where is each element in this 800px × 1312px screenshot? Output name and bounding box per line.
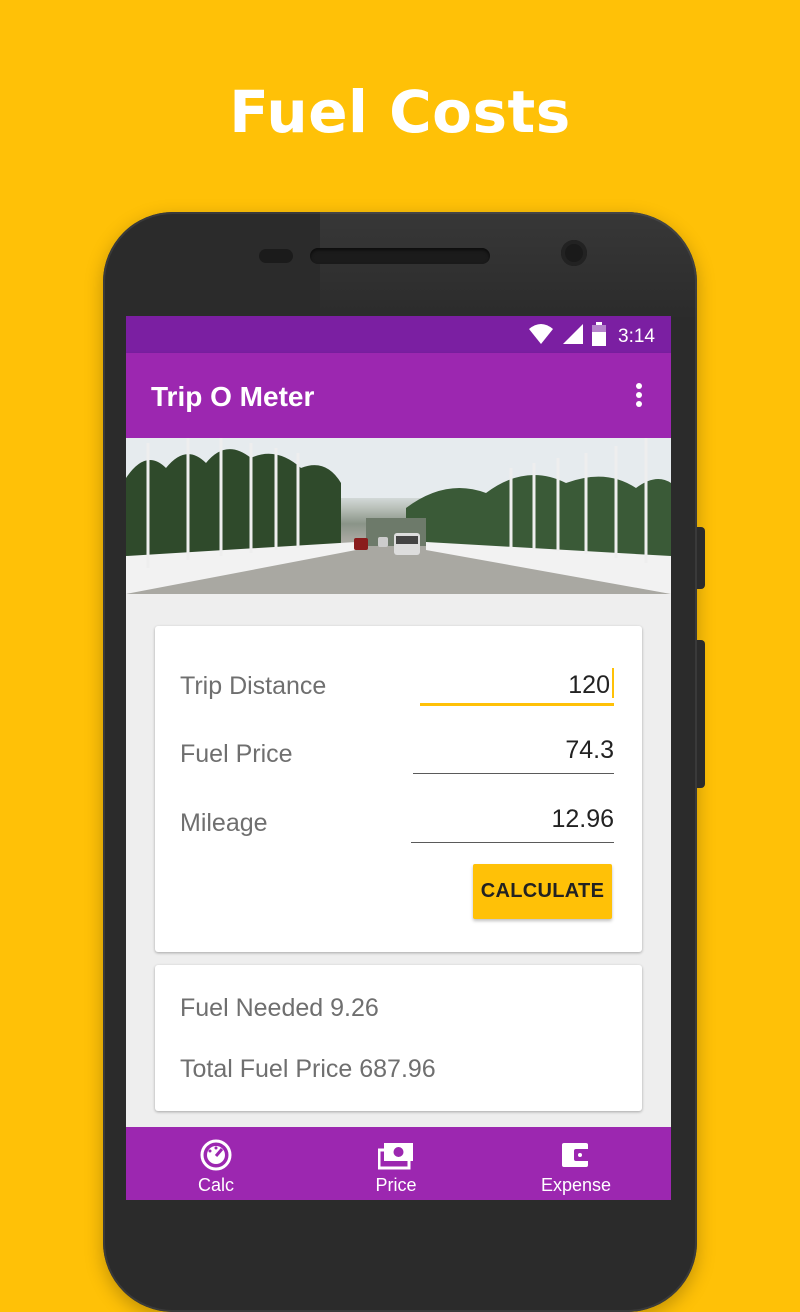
mileage-label: Mileage [180, 809, 268, 837]
wallet-icon [560, 1139, 592, 1171]
promo-headline: Fuel Costs [229, 78, 571, 146]
total-fuel-price-text: Total Fuel Price 687.96 [180, 1055, 436, 1083]
wifi-icon [528, 323, 554, 351]
power-button [697, 527, 705, 589]
trip-distance-label: Trip Distance [180, 672, 327, 700]
signal-icon [562, 323, 584, 351]
fuel-price-row: Fuel Price 74.3 [180, 728, 614, 778]
bottom-navigation: Calc Price Expense [126, 1127, 671, 1200]
app-screen: 3:14 Trip O Meter Trip Distance 120 Fuel… [126, 316, 671, 1200]
nav-item-price[interactable]: Price [306, 1127, 486, 1200]
calculate-button[interactable]: CALCULATE [473, 864, 612, 919]
result-card: Fuel Needed 9.26 Total Fuel Price 687.96 [155, 965, 642, 1111]
fuel-price-input[interactable]: 74.3 [413, 736, 614, 774]
hero-image-highway [126, 438, 671, 594]
money-icon [378, 1139, 414, 1171]
nav-label-calc: Calc [197, 1175, 234, 1195]
front-camera [561, 240, 587, 266]
status-bar: 3:14 [126, 316, 671, 353]
mileage-row: Mileage 12.96 [180, 797, 614, 847]
volume-button [697, 640, 705, 788]
nav-item-expense[interactable]: Expense [486, 1127, 666, 1200]
app-title: Trip O Meter [151, 381, 315, 412]
text-cursor [612, 668, 614, 698]
proximity-sensor [259, 249, 293, 263]
trip-form-card: Trip Distance 120 Fuel Price 74.3 Mileag… [155, 626, 642, 952]
phone-sheen [320, 212, 697, 322]
status-time: 3:14 [618, 326, 655, 347]
app-bar: Trip O Meter [126, 353, 671, 438]
fuel-needed-text: Fuel Needed 9.26 [180, 994, 379, 1022]
nav-item-calc[interactable]: Calc [126, 1127, 306, 1200]
speedometer-icon [200, 1139, 232, 1171]
trip-distance-input[interactable]: 120 [420, 668, 614, 706]
mileage-input[interactable]: 12.96 [411, 805, 614, 843]
fuel-price-label: Fuel Price [180, 740, 293, 768]
battery-icon [592, 322, 607, 352]
trip-distance-row: Trip Distance 120 [180, 660, 614, 710]
nav-label-expense: Expense [540, 1175, 612, 1195]
nav-label-price: Price [375, 1175, 417, 1195]
trip-distance-value: 120 [568, 671, 610, 699]
earpiece-speaker [310, 248, 490, 264]
more-vert-icon[interactable] [627, 379, 651, 411]
